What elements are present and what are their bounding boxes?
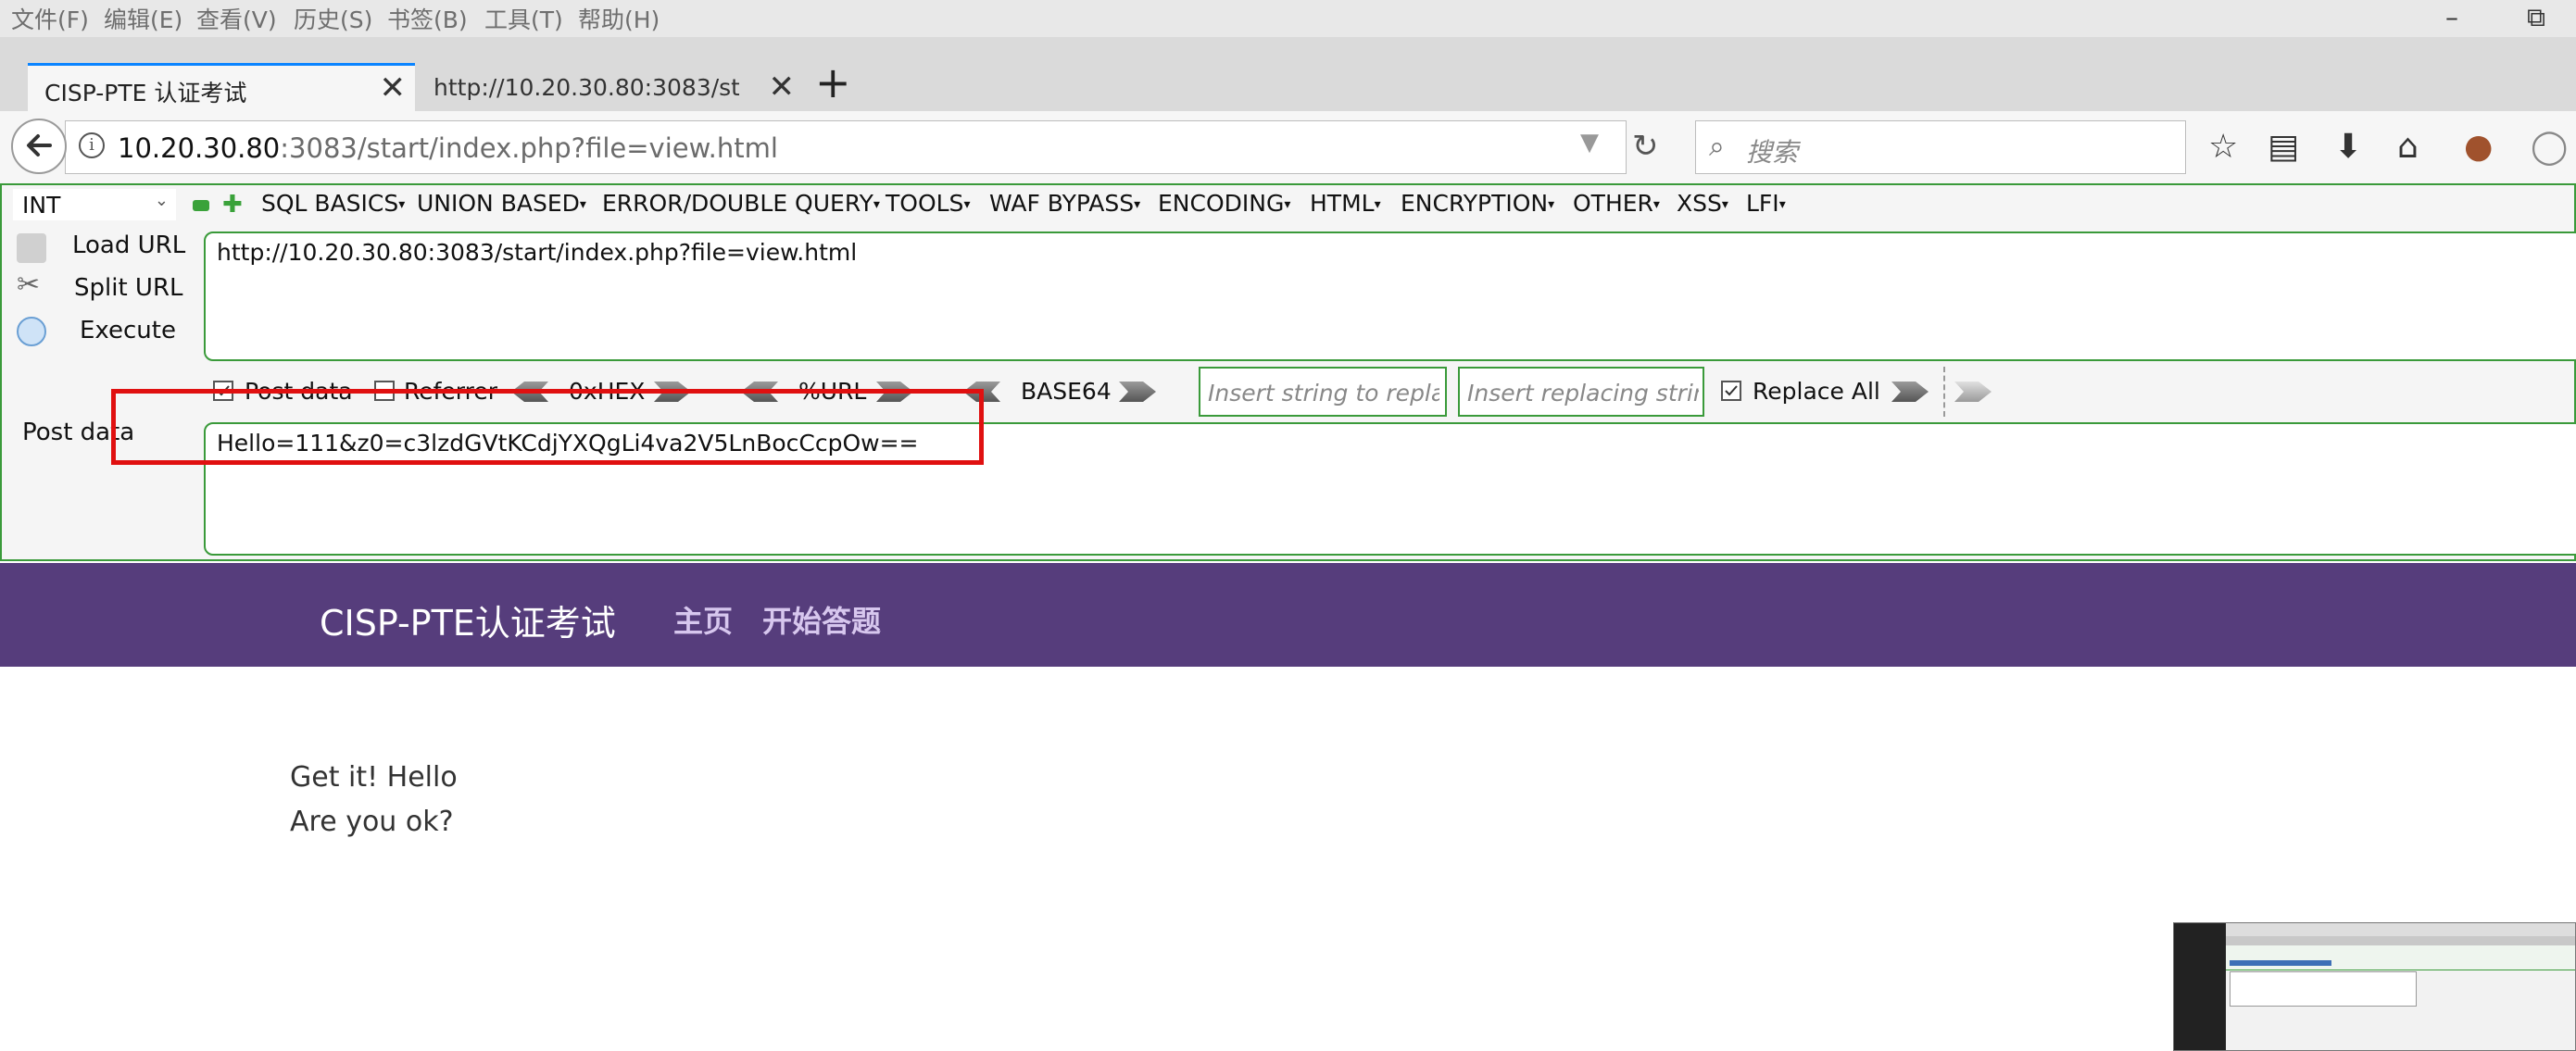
menu-label: ERROR/DOUBLE QUERY <box>602 190 873 217</box>
menu-bookmarks[interactable]: 书签(B) <box>387 2 468 35</box>
replace-all-checkbox[interactable] <box>1721 381 1741 401</box>
highlight-annotation-box <box>111 389 984 465</box>
menu-tools[interactable]: 工具(T) <box>484 2 563 35</box>
minus-icon[interactable] <box>193 200 209 211</box>
site-brand[interactable]: CISP-PTE认证考试 <box>320 594 616 645</box>
menu-html[interactable]: HTML▾ <box>1310 190 1381 217</box>
base64-label: BASE64 <box>1021 378 1112 405</box>
menu-label: LFI <box>1746 190 1779 217</box>
menu-history[interactable]: 历史(S) <box>294 2 372 35</box>
checkmark-icon <box>1725 385 1738 396</box>
type-select-value: INT <box>22 192 61 219</box>
replace-find-input[interactable]: Insert string to replace <box>1199 367 1447 417</box>
tab-active[interactable]: CISP-PTE 认证考试 ✕ <box>28 63 415 114</box>
bookmark-star-icon[interactable]: ☆ <box>2208 128 2238 166</box>
menu-label: ENCRYPTION <box>1401 190 1549 217</box>
close-tab-icon[interactable]: ✕ <box>380 69 407 106</box>
divider <box>1943 367 1945 417</box>
minimize-button[interactable]: – <box>2445 2 2458 32</box>
close-tab-icon[interactable]: ✕ <box>769 69 796 106</box>
nav-home-link[interactable]: 主页 <box>673 598 733 641</box>
menu-sql-basics[interactable]: SQL BASICS▾ <box>261 190 405 217</box>
back-arrow-icon <box>27 134 52 156</box>
menu-union-based[interactable]: UNION BASED▾ <box>417 190 586 217</box>
menu-label: OTHER <box>1573 190 1653 217</box>
menu-label: SQL BASICS <box>261 190 399 217</box>
replace-find-placeholder: Insert string to replace <box>1208 380 1439 407</box>
info-icon[interactable]: i <box>79 132 105 158</box>
menu-waf-bypass[interactable]: WAF BYPASS▾ <box>989 190 1140 217</box>
plus-icon[interactable]: ✚ <box>222 193 243 217</box>
restore-button[interactable]: ⧉ <box>2527 2 2545 33</box>
menu-view[interactable]: 查看(V) <box>196 2 277 35</box>
menu-label: HTML <box>1310 190 1375 217</box>
url-path: :3083/start/index.php?file=view.html <box>280 132 778 164</box>
url-bar[interactable]: i 10.20.30.80:3083/start/index.php?file=… <box>65 120 1627 174</box>
menu-error-double-query[interactable]: ERROR/DOUBLE QUERY▾ <box>602 190 880 217</box>
execute-button[interactable]: Execute <box>80 317 176 344</box>
replace-with-placeholder: Insert replacing string <box>1467 380 1699 407</box>
load-url-button[interactable]: Load URL <box>72 231 185 259</box>
menu-encryption[interactable]: ENCRYPTION▾ <box>1401 190 1554 217</box>
extension-icon[interactable]: ◯ <box>2531 128 2568 166</box>
menu-label: XSS <box>1677 190 1722 217</box>
screenshot-thumbnail <box>2173 922 2576 1051</box>
tab-inactive[interactable]: http://10.20.30.80:3083/start/ ✕ <box>417 65 804 111</box>
split-url-button[interactable]: Split URL <box>74 274 183 302</box>
search-placeholder: 搜索 <box>1746 137 1799 168</box>
replace-all-label: Replace All <box>1753 378 1880 405</box>
menu-label: WAF BYPASS <box>989 190 1135 217</box>
search-input[interactable]: ⌕ 搜索 <box>1695 120 2186 174</box>
cookie-icon[interactable]: ● <box>2464 128 2493 166</box>
tab-title: CISP-PTE 认证考试 <box>44 80 247 106</box>
replace-with-input[interactable]: Insert replacing string <box>1458 367 1704 417</box>
tab-title: http://10.20.30.80:3083/start/ <box>434 74 739 101</box>
menu-tools[interactable]: TOOLS▾ <box>886 190 970 217</box>
new-tab-button[interactable]: + <box>815 57 851 107</box>
reading-list-icon[interactable]: ▤ <box>2268 128 2299 166</box>
result-line-1: Get it! Hello <box>290 761 458 794</box>
menu-edit[interactable]: 编辑(E) <box>104 2 182 35</box>
chevron-down-icon: ⌄ <box>154 191 169 210</box>
nav-start-quiz-link[interactable]: 开始答题 <box>762 598 881 641</box>
execute-icon <box>17 317 46 346</box>
url-textarea-value: http://10.20.30.80:3083/start/index.php?… <box>217 239 858 266</box>
type-select[interactable]: INT ⌄ <box>13 189 176 220</box>
search-icon: ⌕ <box>1709 131 1725 163</box>
home-icon[interactable]: ⌂ <box>2397 128 2419 166</box>
menu-lfi[interactable]: LFI▾ <box>1746 190 1786 217</box>
scissors-icon: ✂ <box>17 269 41 301</box>
menu-other[interactable]: OTHER▾ <box>1573 190 1660 217</box>
menu-xss[interactable]: XSS▾ <box>1677 190 1728 217</box>
url-host: 10.20.30.80 <box>118 132 281 164</box>
download-icon[interactable]: ⬇ <box>2334 128 2362 166</box>
menu-label: ENCODING <box>1158 190 1285 217</box>
menu-help[interactable]: 帮助(H) <box>578 2 660 35</box>
menu-label: UNION BASED <box>417 190 580 217</box>
menu-label: TOOLS <box>886 190 964 217</box>
back-button[interactable] <box>11 119 67 174</box>
menu-file[interactable]: 文件(F) <box>11 2 89 35</box>
result-line-2: Are you ok? <box>290 806 454 838</box>
load-url-icon <box>17 233 46 263</box>
menu-encoding[interactable]: ENCODING▾ <box>1158 190 1290 217</box>
reload-icon[interactable]: ↻ <box>1632 128 1659 165</box>
chevron-down-icon[interactable]: ▼ <box>1580 129 1599 156</box>
url-textarea[interactable]: http://10.20.30.80:3083/start/index.php?… <box>204 231 2576 361</box>
url-text: 10.20.30.80:3083/start/index.php?file=vi… <box>118 132 778 164</box>
